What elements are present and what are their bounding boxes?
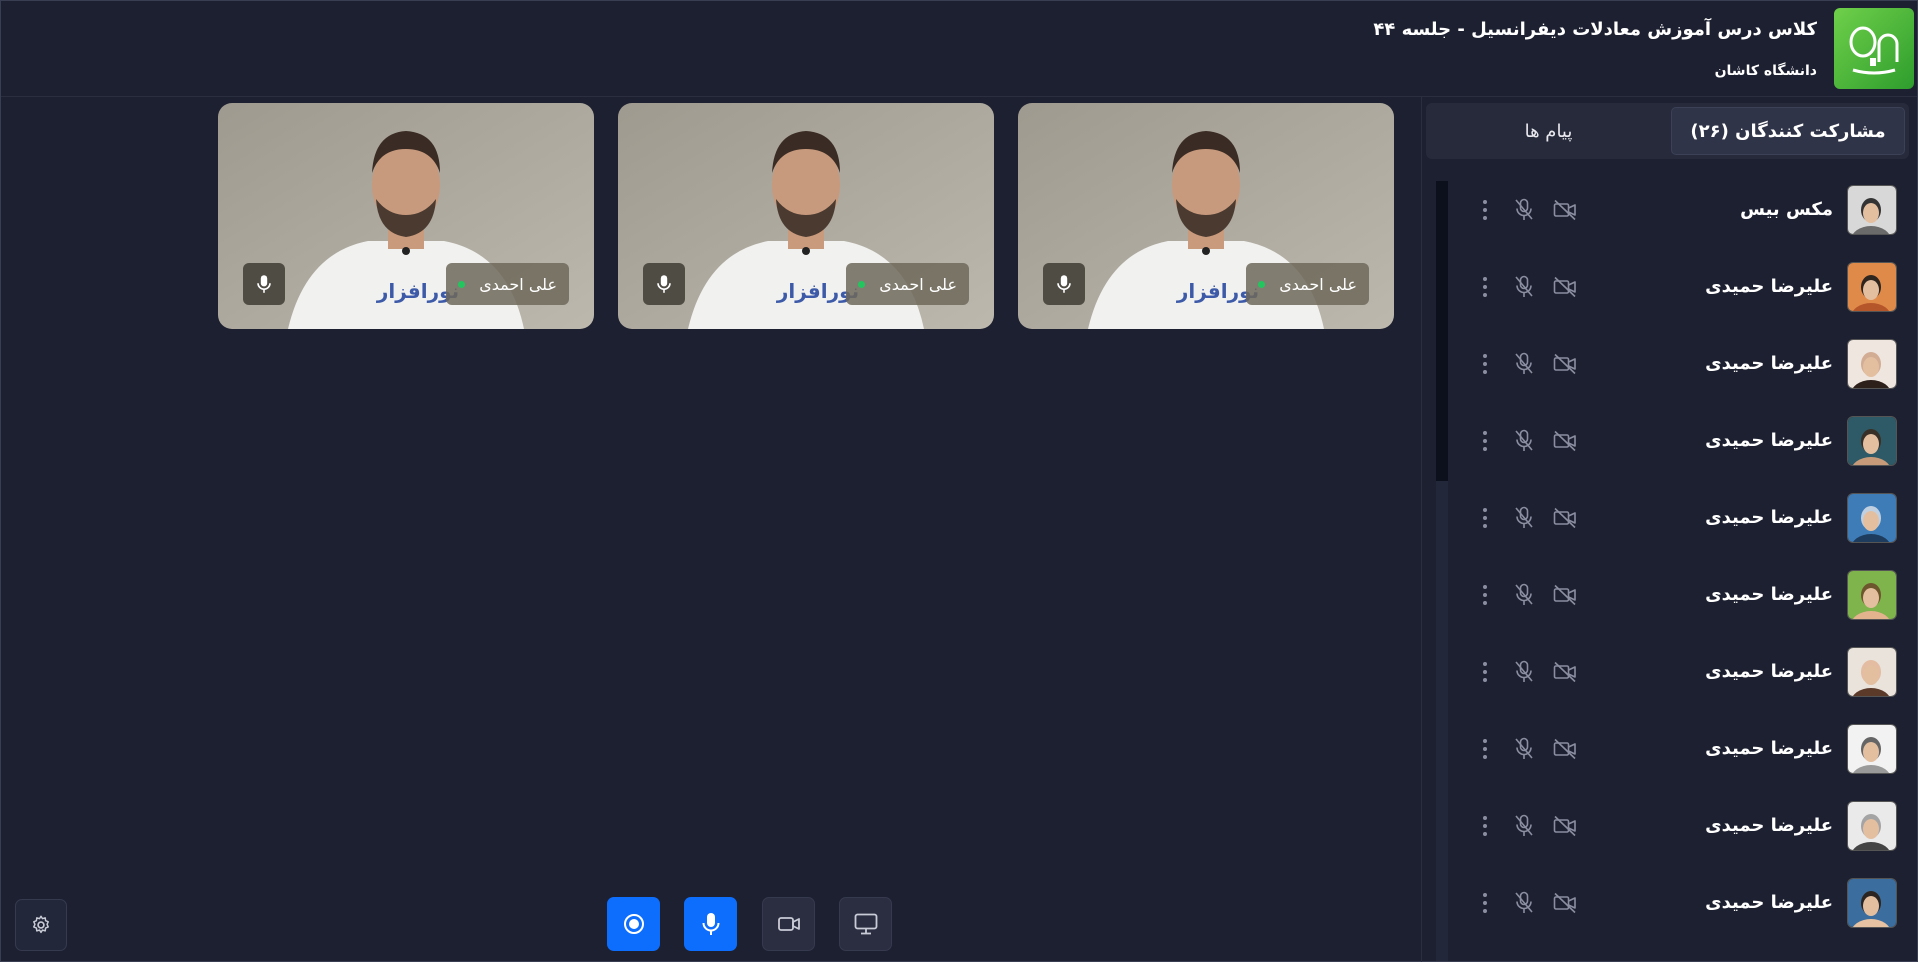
- mic-icon: [257, 275, 271, 293]
- participant-name: علیرضا حمیدی: [1705, 430, 1833, 451]
- record-button[interactable]: [607, 897, 660, 951]
- participant-name: علیرضا حمیدی: [1705, 507, 1833, 528]
- avatar: [1847, 493, 1897, 543]
- camera-icon: [777, 917, 800, 931]
- participant-row[interactable]: علیرضا حمیدی: [1447, 416, 1917, 493]
- camera-off-icon[interactable]: [1553, 199, 1577, 221]
- mic-off-icon[interactable]: [1514, 275, 1534, 299]
- camera-off-icon[interactable]: [1553, 892, 1577, 914]
- camera-off-icon[interactable]: [1553, 815, 1577, 837]
- participant-name: علیرضا حمیدی: [1705, 815, 1833, 836]
- camera-off-icon[interactable]: [1553, 430, 1577, 452]
- tile-participant-name: علی احمدی: [1279, 274, 1357, 294]
- video-tile[interactable]: نورافزار علی احمدی: [218, 103, 594, 329]
- avatar: [1847, 724, 1897, 774]
- camera-button[interactable]: [762, 897, 815, 951]
- camera-off-icon[interactable]: [1553, 276, 1577, 298]
- live-indicator: [858, 280, 866, 288]
- mic-off-icon[interactable]: [1514, 506, 1534, 530]
- participant-name: علیرضا حمیدی: [1705, 353, 1833, 374]
- participant-name: مکس بیس: [1740, 199, 1833, 220]
- participant-name: علیرضا حمیدی: [1705, 584, 1833, 605]
- mic-icon: [657, 275, 671, 293]
- mic-off-icon[interactable]: [1514, 891, 1534, 915]
- tile-participant-name: علی احمدی: [479, 274, 557, 294]
- settings-button[interactable]: [15, 899, 67, 951]
- live-indicator: [1258, 280, 1266, 288]
- avatar: [1847, 570, 1897, 620]
- more-options-icon[interactable]: [1481, 814, 1489, 838]
- tile-name-badge: علی احمدی: [1246, 263, 1369, 305]
- live-indicator: [458, 280, 466, 288]
- participant-row[interactable]: علیرضا حمیدی: [1447, 801, 1917, 878]
- page-title: کلاس درس آموزش معادلات دیفرانسیل - جلسه …: [1373, 19, 1817, 40]
- participant-name: علیرضا حمیدی: [1705, 738, 1833, 759]
- video-tile[interactable]: نورافزار علی احمدی: [1018, 103, 1394, 329]
- more-options-icon[interactable]: [1481, 275, 1489, 299]
- more-options-icon[interactable]: [1481, 891, 1489, 915]
- avatar: [1847, 339, 1897, 389]
- participant-row[interactable]: علیرضا حمیدی: [1447, 339, 1917, 416]
- mic-off-icon[interactable]: [1514, 583, 1534, 607]
- camera-off-icon[interactable]: [1553, 661, 1577, 683]
- participant-list: مکس بیس علیرضا حمیدی علیرضا حمیدی علیرضا…: [1447, 185, 1917, 955]
- tab-messages[interactable]: پیام ها: [1430, 107, 1667, 155]
- mic-off-icon[interactable]: [1514, 429, 1534, 453]
- participant-name: علیرضا حمیدی: [1705, 661, 1833, 682]
- more-options-icon[interactable]: [1481, 583, 1489, 607]
- mic-icon: [702, 913, 719, 935]
- avatar: [1847, 801, 1897, 851]
- participant-name: علیرضا حمیدی: [1705, 892, 1833, 913]
- tile-mic-button[interactable]: [1043, 263, 1085, 305]
- participant-row[interactable]: علیرضا حمیدی: [1447, 570, 1917, 647]
- avatar: [1847, 262, 1897, 312]
- page-subtitle: دانشگاه کاشان: [1714, 63, 1817, 79]
- more-options-icon[interactable]: [1481, 506, 1489, 530]
- on-logo-icon: [1849, 26, 1899, 74]
- participant-row[interactable]: علیرضا حمیدی: [1447, 493, 1917, 570]
- tile-name-badge: علی احمدی: [446, 263, 569, 305]
- app-logo: [1834, 8, 1914, 89]
- meeting-app: کلاس درس آموزش معادلات دیفرانسیل - جلسه …: [0, 0, 1918, 962]
- screen-share-icon: [854, 913, 877, 935]
- mic-icon: [1057, 275, 1071, 293]
- sidebar-tabs: مشارکت کنندگان (۲۶) پیام ها: [1426, 103, 1909, 159]
- participant-row[interactable]: علیرضا حمیدی: [1447, 647, 1917, 724]
- more-options-icon[interactable]: [1481, 737, 1489, 761]
- mic-off-icon[interactable]: [1514, 660, 1534, 684]
- screen-share-button[interactable]: [839, 897, 892, 951]
- mic-off-icon[interactable]: [1514, 352, 1534, 376]
- mic-off-icon[interactable]: [1514, 198, 1534, 222]
- tile-participant-name: علی احمدی: [879, 274, 957, 294]
- mic-off-icon[interactable]: [1514, 737, 1534, 761]
- participant-name: علیرضا حمیدی: [1705, 276, 1833, 297]
- tile-mic-button[interactable]: [243, 263, 285, 305]
- camera-off-icon[interactable]: [1553, 738, 1577, 760]
- header: کلاس درس آموزش معادلات دیفرانسیل - جلسه …: [1, 1, 1917, 97]
- tab-participants[interactable]: مشارکت کنندگان (۲۶): [1671, 107, 1905, 155]
- avatar: [1847, 878, 1897, 928]
- participant-row[interactable]: علیرضا حمیدی: [1447, 262, 1917, 339]
- more-options-icon[interactable]: [1481, 660, 1489, 684]
- video-tile[interactable]: نورافزار علی احمدی: [618, 103, 994, 329]
- participant-row[interactable]: مکس بیس: [1447, 185, 1917, 262]
- sidebar: مشارکت کنندگان (۲۶) پیام ها مکس بیس علیر…: [1421, 97, 1917, 962]
- mic-button[interactable]: [684, 897, 737, 951]
- participant-row[interactable]: علیرضا حمیدی: [1447, 724, 1917, 801]
- record-icon: [623, 914, 644, 934]
- participant-row[interactable]: علیرضا حمیدی: [1447, 878, 1917, 955]
- avatar: [1847, 647, 1897, 697]
- more-options-icon[interactable]: [1481, 429, 1489, 453]
- camera-off-icon[interactable]: [1553, 507, 1577, 529]
- camera-off-icon[interactable]: [1553, 584, 1577, 606]
- more-options-icon[interactable]: [1481, 352, 1489, 376]
- mic-off-icon[interactable]: [1514, 814, 1534, 838]
- gear-icon: [33, 915, 49, 934]
- more-options-icon[interactable]: [1481, 198, 1489, 222]
- tile-name-badge: علی احمدی: [846, 263, 969, 305]
- camera-off-icon[interactable]: [1553, 353, 1577, 375]
- avatar: [1847, 185, 1897, 235]
- tile-mic-button[interactable]: [643, 263, 685, 305]
- avatar: [1847, 416, 1897, 466]
